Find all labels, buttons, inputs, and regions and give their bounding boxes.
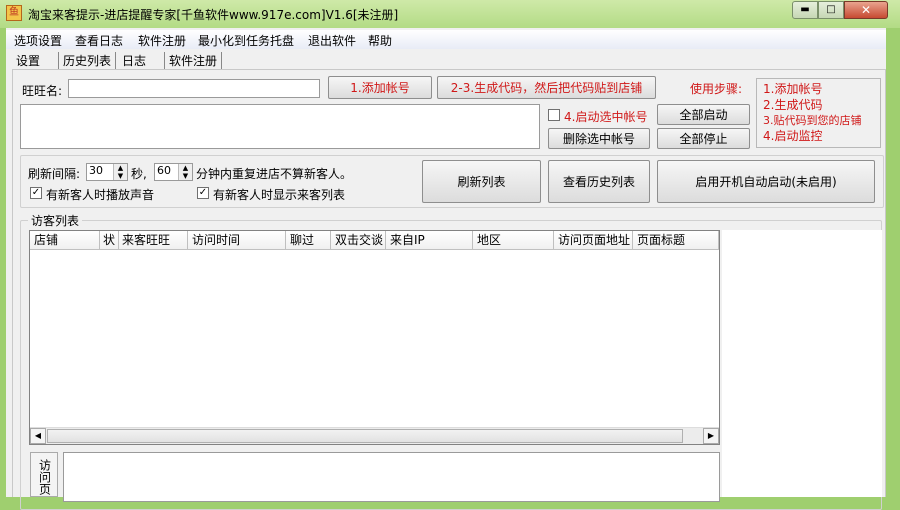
scroll-left-icon[interactable]: ◀: [30, 428, 46, 444]
tab-log[interactable]: 日志: [118, 52, 164, 69]
column-header[interactable]: 店铺: [30, 231, 100, 249]
column-header[interactable]: 页面标题: [633, 231, 719, 249]
stop-all-button[interactable]: 全部停止: [657, 128, 750, 149]
column-header[interactable]: 聊过: [286, 231, 331, 249]
app-icon: 鱼: [6, 5, 22, 21]
steps-title: 使用步骤:: [690, 82, 743, 96]
autostart-button[interactable]: 启用开机自动启动(未启用): [657, 160, 875, 203]
delete-selected-button[interactable]: 删除选中帐号: [548, 128, 650, 149]
minimize-button[interactable]: ▬: [792, 1, 818, 19]
start-selected-checkbox[interactable]: [548, 109, 560, 121]
generate-code-button[interactable]: 2-3.生成代码，然后把代码贴到店铺: [437, 76, 656, 99]
table-header: 店铺 状 来客旺旺 访问时间 聊过 双击交谈 来自IP 地区 访问页面地址 页面…: [30, 231, 719, 250]
menu-bar: 选项设置 查看日志 软件注册 最小化到任务托盘 退出软件 帮助: [6, 30, 886, 49]
page-detail-box[interactable]: [63, 452, 720, 502]
visitor-table[interactable]: 店铺 状 来客旺旺 访问时间 聊过 双击交谈 来自IP 地区 访问页面地址 页面…: [29, 230, 720, 445]
start-all-button[interactable]: 全部启动: [657, 104, 750, 125]
tab-register[interactable]: 软件注册: [164, 52, 223, 69]
play-sound-label[interactable]: 有新客人时播放声音: [46, 186, 154, 203]
page-url-tab-label: 访问页: [37, 459, 52, 495]
interval-spinner[interactable]: 30 ▲ ▼: [86, 163, 128, 181]
step-item: 4.启动监控: [763, 128, 823, 143]
column-header[interactable]: 状: [100, 231, 119, 249]
interval-value: 30: [89, 164, 103, 177]
visitor-group-label: 访客列表: [28, 212, 83, 229]
title-bar: 鱼 淘宝来客提示-进店提醒专家[千鱼软件www.917e.com]V1.6[未注…: [0, 0, 900, 28]
window-title: 淘宝来客提示-进店提醒专家[千鱼软件www.917e.com]V1.6[未注册]: [28, 8, 399, 22]
menu-register[interactable]: 软件注册: [138, 32, 186, 49]
menu-options[interactable]: 选项设置: [14, 32, 62, 49]
interval-label: 刷新间隔:: [28, 167, 81, 181]
column-header[interactable]: 访问时间: [188, 231, 286, 249]
repeat-label: 分钟内重复进店不算新客人。: [196, 167, 353, 181]
show-list-checkbox[interactable]: ✓: [197, 187, 209, 199]
account-list[interactable]: [20, 104, 540, 149]
page-url-tab[interactable]: 访问页: [30, 452, 58, 497]
wangwang-label: 旺旺名:: [22, 84, 63, 98]
column-header[interactable]: 来自IP: [386, 231, 473, 249]
add-account-button[interactable]: 1.添加帐号: [328, 76, 432, 99]
scroll-right-icon[interactable]: ▶: [703, 428, 719, 444]
tab-settings[interactable]: 设置: [16, 52, 40, 69]
repeat-value: 60: [157, 164, 171, 177]
scroll-thumb[interactable]: [47, 429, 683, 443]
view-history-button[interactable]: 查看历史列表: [548, 160, 650, 203]
seconds-label: 秒,: [131, 167, 147, 181]
horizontal-scrollbar[interactable]: ◀ ▶: [30, 427, 719, 444]
menu-view-log[interactable]: 查看日志: [75, 32, 123, 49]
side-panel: [722, 230, 882, 497]
column-header[interactable]: 地区: [473, 231, 554, 249]
menu-exit[interactable]: 退出软件: [308, 32, 356, 49]
step-item: 1.添加帐号: [763, 82, 823, 96]
steps-box: 1.添加帐号 2.生成代码 3.贴代码到您的店铺 4.启动监控: [756, 78, 881, 148]
start-selected-label[interactable]: 4.启动选中帐号: [564, 108, 647, 125]
menu-minimize-tray[interactable]: 最小化到任务托盘: [198, 32, 294, 49]
step-item: 2.生成代码: [763, 97, 823, 112]
show-list-label[interactable]: 有新客人时显示来客列表: [213, 186, 345, 203]
refresh-list-button[interactable]: 刷新列表: [422, 160, 541, 203]
column-header[interactable]: 访问页面地址: [554, 231, 633, 249]
spin-arrows-icon[interactable]: ▲ ▼: [178, 164, 192, 180]
menu-help[interactable]: 帮助: [368, 32, 392, 49]
repeat-spinner[interactable]: 60 ▲ ▼: [154, 163, 193, 181]
step-item: 3.贴代码到您的店铺: [763, 114, 862, 127]
maximize-button[interactable]: □: [818, 1, 844, 19]
tab-history[interactable]: 历史列表: [58, 52, 117, 69]
play-sound-checkbox[interactable]: ✓: [30, 187, 42, 199]
close-button[interactable]: ✕: [844, 1, 888, 19]
column-header[interactable]: 双击交谈: [331, 231, 386, 249]
spin-arrows-icon[interactable]: ▲ ▼: [113, 164, 127, 180]
column-header[interactable]: 来客旺旺: [119, 231, 188, 249]
wangwang-input[interactable]: [68, 79, 320, 98]
